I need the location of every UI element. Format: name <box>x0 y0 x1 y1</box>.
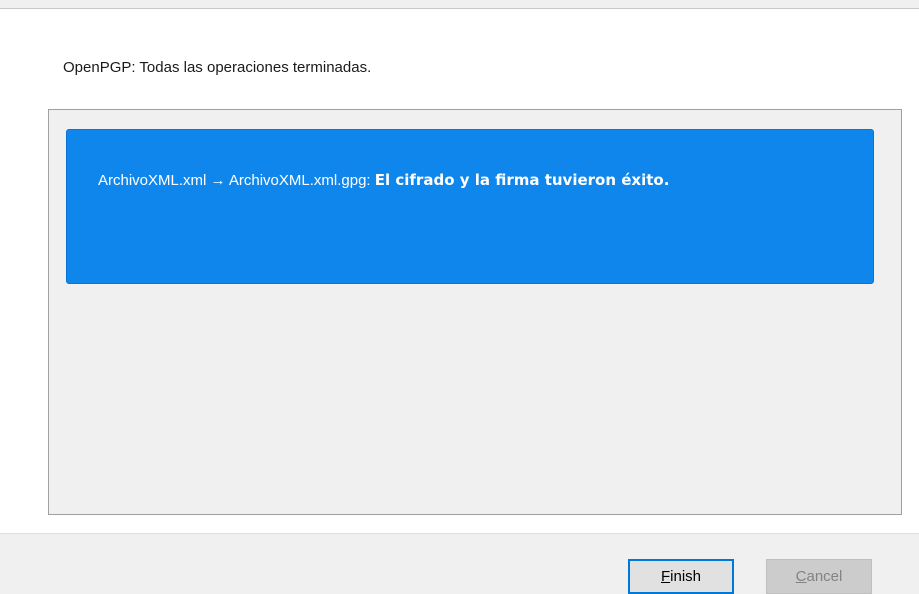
page-title: OpenPGP: Todas las operaciones terminada… <box>63 59 372 76</box>
cancel-label: ancel <box>806 568 843 585</box>
source-filename: ArchivoXML.xml <box>98 172 207 189</box>
cancel-mnemonic: C <box>795 568 807 585</box>
result-message: ArchivoXML.xml → ArchivoXML.xml.gpg: El … <box>98 171 669 189</box>
button-bar: Finish Cancel <box>0 533 919 594</box>
arrow-icon: → <box>210 172 226 189</box>
result-status: El cifrado y la firma tuvieron éxito. <box>374 171 670 189</box>
finish-mnemonic: F <box>660 568 671 585</box>
target-filename: ArchivoXML.xml.gpg: <box>228 172 371 189</box>
result-item: ArchivoXML.xml → ArchivoXML.xml.gpg: El … <box>66 129 874 284</box>
finish-label: inish <box>670 568 702 585</box>
results-list[interactable]: ArchivoXML.xml → ArchivoXML.xml.gpg: El … <box>48 109 902 515</box>
wizard-page: OpenPGP: Todas las operaciones terminada… <box>0 9 919 533</box>
cancel-button: Cancel <box>766 559 872 594</box>
finish-button[interactable]: Finish <box>628 559 734 594</box>
